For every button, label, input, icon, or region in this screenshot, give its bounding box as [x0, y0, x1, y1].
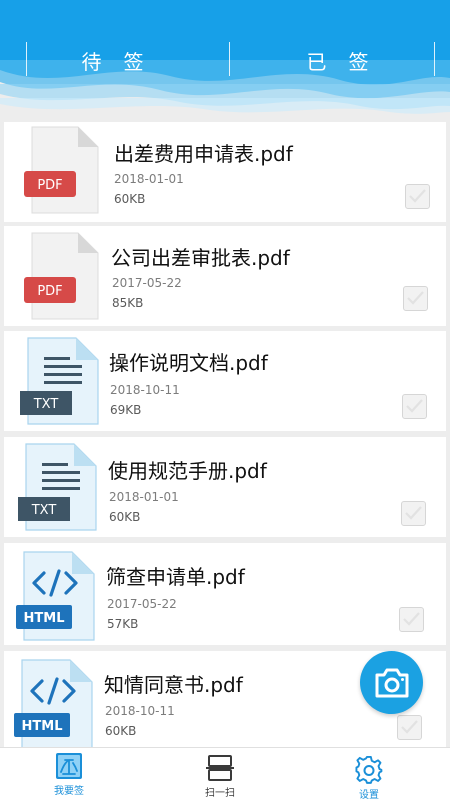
header: 待签 已签 [0, 0, 450, 118]
check-icon [406, 399, 423, 413]
tab-signed[interactable]: 已签 [225, 42, 450, 78]
nav-label: 我要签 [54, 786, 84, 797]
file-row[interactable]: PDF 公司出差审批表.pdf 2017-05-22 85KB [4, 226, 446, 326]
txt-file-icon: TXT [20, 337, 99, 425]
nav-label: 扫一扫 [205, 788, 235, 799]
check-icon [409, 189, 426, 203]
file-name: 公司出差审批表.pdf [111, 246, 290, 270]
select-checkbox[interactable] [405, 184, 430, 209]
file-type-badge: TXT [33, 397, 59, 412]
camera-button[interactable] [360, 651, 423, 714]
file-type-badge: HTML [22, 719, 63, 734]
check-icon [407, 291, 424, 305]
file-date: 2018-01-01 [114, 172, 184, 186]
file-name: 使用规范手册.pdf [108, 459, 267, 483]
nav-label: 设置 [359, 790, 379, 800]
pdf-file-icon: PDF [24, 126, 99, 214]
check-icon [401, 720, 418, 734]
file-date: 2018-10-11 [105, 704, 175, 718]
file-date: 2017-05-22 [107, 597, 177, 611]
file-name: 操作说明文档.pdf [109, 351, 268, 375]
select-checkbox[interactable] [402, 394, 427, 419]
file-name: 筛查申请单.pdf [106, 565, 245, 589]
select-checkbox[interactable] [403, 286, 428, 311]
file-row[interactable]: TXT 使用规范手册.pdf 2018-01-01 60KB [4, 437, 446, 537]
file-size: 60KB [109, 510, 141, 524]
scan-icon [206, 755, 234, 781]
file-date: 2018-10-11 [110, 383, 180, 397]
html-file-icon: HTML [14, 659, 93, 749]
file-type-badge: HTML [24, 611, 65, 626]
file-row[interactable]: HTML 筛查申请单.pdf 2017-05-22 57KB [4, 543, 446, 645]
txt-file-icon: TXT [18, 443, 97, 531]
check-icon [405, 506, 422, 520]
nav-item-settings[interactable]: 设置 [324, 748, 414, 800]
file-date: 2018-01-01 [109, 490, 179, 504]
file-type-badge: PDF [37, 178, 62, 193]
file-size: 69KB [110, 403, 142, 417]
file-type-badge: PDF [37, 284, 62, 299]
file-row[interactable]: TXT 操作说明文档.pdf 2018-10-11 69KB [4, 331, 446, 431]
file-row[interactable]: PDF 出差费用申请表.pdf 2018-01-01 60KB [4, 122, 446, 222]
nav-item-sign[interactable]: 我要签 [24, 748, 114, 800]
file-size: 85KB [112, 296, 144, 310]
file-name: 出差费用申请表.pdf [114, 142, 293, 166]
gear-icon [355, 756, 383, 784]
bottom-nav: 我要签 扫一扫 设置 [0, 747, 450, 800]
sign-icon [56, 753, 82, 779]
pdf-file-icon: PDF [24, 232, 99, 320]
file-size: 60KB [105, 724, 137, 738]
html-file-icon: HTML [16, 551, 95, 641]
camera-icon [375, 668, 409, 698]
file-type-badge: TXT [31, 503, 57, 518]
select-checkbox[interactable] [401, 501, 426, 526]
file-name: 知情同意书.pdf [104, 673, 243, 697]
file-date: 2017-05-22 [112, 276, 182, 290]
select-checkbox[interactable] [399, 607, 424, 632]
nav-item-scan[interactable]: 扫一扫 [175, 748, 265, 800]
check-icon [403, 612, 420, 626]
select-checkbox[interactable] [397, 715, 422, 740]
file-size: 57KB [107, 617, 139, 631]
file-size: 60KB [114, 192, 146, 206]
tab-pending[interactable]: 待签 [0, 42, 225, 78]
